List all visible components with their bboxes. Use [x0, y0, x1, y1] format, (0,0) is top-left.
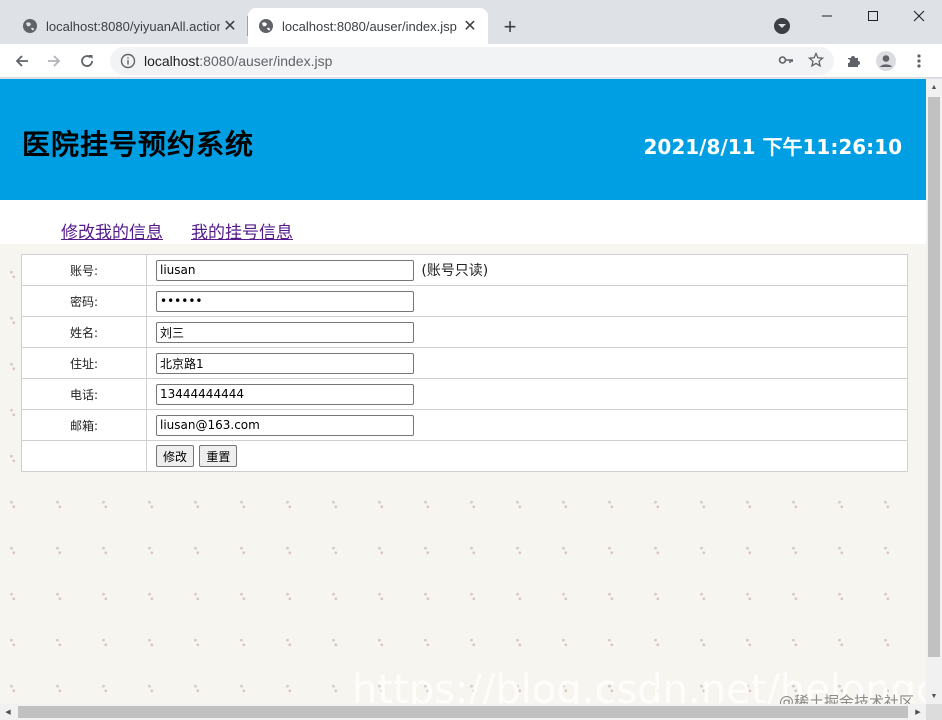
address-field[interactable] [156, 352, 414, 374]
table-row: 住址: [21, 347, 908, 379]
nav-link-my-registrations[interactable]: 我的挂号信息 [191, 218, 293, 243]
table-row: 修改 重置 [21, 440, 908, 472]
forward-icon[interactable] [41, 48, 67, 74]
submit-button[interactable]: 修改 [156, 445, 195, 467]
horizontal-scrollbar[interactable]: ◀ ▶ [0, 704, 926, 720]
table-row: 邮箱: [21, 409, 908, 441]
table-row: 电话: [21, 378, 908, 410]
email-field[interactable] [156, 414, 414, 436]
watermark-site: @稀土掘金技术社区 [779, 693, 915, 704]
datetime-display: 2021/8/11 下午11:26:10 [643, 135, 902, 159]
plus-icon[interactable]: + [497, 14, 523, 40]
tab-title: localhost:8080/yiyuanAll.action [46, 18, 220, 34]
name-field[interactable] [156, 321, 414, 343]
readonly-note: (账号只读) [421, 263, 489, 279]
table-row: 密码: [21, 285, 908, 317]
account-label: 账号: [21, 254, 147, 286]
page-header: 医院挂号预约系统 2021/8/11 下午11:26:10 [0, 79, 926, 200]
phone-field[interactable] [156, 383, 414, 405]
reset-button[interactable]: 重置 [199, 445, 238, 467]
nav-link-edit-info[interactable]: 修改我的信息 [61, 218, 163, 243]
extensions-icon[interactable] [841, 48, 867, 74]
account-field[interactable] [156, 259, 414, 281]
window-close-icon[interactable] [896, 0, 942, 32]
star-icon[interactable] [808, 52, 824, 68]
address-bar[interactable]: localhost:8080/auser/index.jsp [110, 47, 834, 75]
close-icon[interactable]: ✕ [460, 16, 480, 36]
system-title: 医院挂号预约系统 [22, 128, 255, 161]
vertical-scrollbar[interactable]: ▲ ▼ [926, 79, 942, 704]
user-info-form: 账号: (账号只读) 密码: 姓名: 住址: 电话: [21, 254, 908, 472]
tab-yiyuanall[interactable]: localhost:8080/yiyuanAll.action ✕ [12, 8, 248, 44]
password-field[interactable] [156, 290, 414, 312]
tab-search-icon[interactable] [770, 14, 794, 38]
scroll-thumb[interactable] [18, 706, 908, 718]
nav-bar: 修改我的信息 我的挂号信息 [0, 200, 926, 244]
url-text: localhost:8080/auser/index.jsp [144, 53, 333, 69]
scroll-thumb[interactable] [928, 97, 940, 657]
globe-icon [259, 19, 273, 33]
page-viewport: 医院挂号预约系统 2021/8/11 下午11:26:10 修改我的信息 我的挂… [0, 79, 926, 704]
close-icon[interactable]: ✕ [220, 16, 240, 36]
maximize-icon[interactable] [850, 0, 896, 32]
name-label: 姓名: [21, 316, 147, 348]
browser-toolbar: localhost:8080/auser/index.jsp [0, 44, 942, 78]
key-icon[interactable] [778, 52, 794, 68]
globe-icon [23, 19, 37, 33]
password-label: 密码: [21, 285, 147, 317]
tab-auser-index[interactable]: localhost:8080/auser/index.jsp ✕ [248, 8, 488, 44]
scroll-up-icon[interactable]: ▲ [926, 79, 942, 95]
profile-icon[interactable] [873, 48, 899, 74]
scroll-right-icon[interactable]: ▶ [910, 704, 926, 720]
tab-strip: localhost:8080/yiyuanAll.action ✕ localh… [0, 0, 942, 44]
scrollbar-corner [926, 704, 942, 720]
phone-label: 电话: [21, 378, 147, 410]
table-row: 账号: (账号只读) [21, 254, 908, 286]
minimize-icon[interactable] [804, 0, 850, 32]
scroll-left-icon[interactable]: ◀ [0, 704, 16, 720]
tab-title: localhost:8080/auser/index.jsp [282, 18, 457, 34]
email-label: 邮箱: [21, 409, 147, 441]
address-label: 住址: [21, 347, 147, 379]
info-icon[interactable] [120, 53, 136, 69]
scroll-down-icon[interactable]: ▼ [926, 688, 942, 704]
reload-icon[interactable] [74, 48, 100, 74]
table-row: 姓名: [21, 316, 908, 348]
menu-icon[interactable] [906, 48, 932, 74]
back-icon[interactable] [9, 48, 35, 74]
